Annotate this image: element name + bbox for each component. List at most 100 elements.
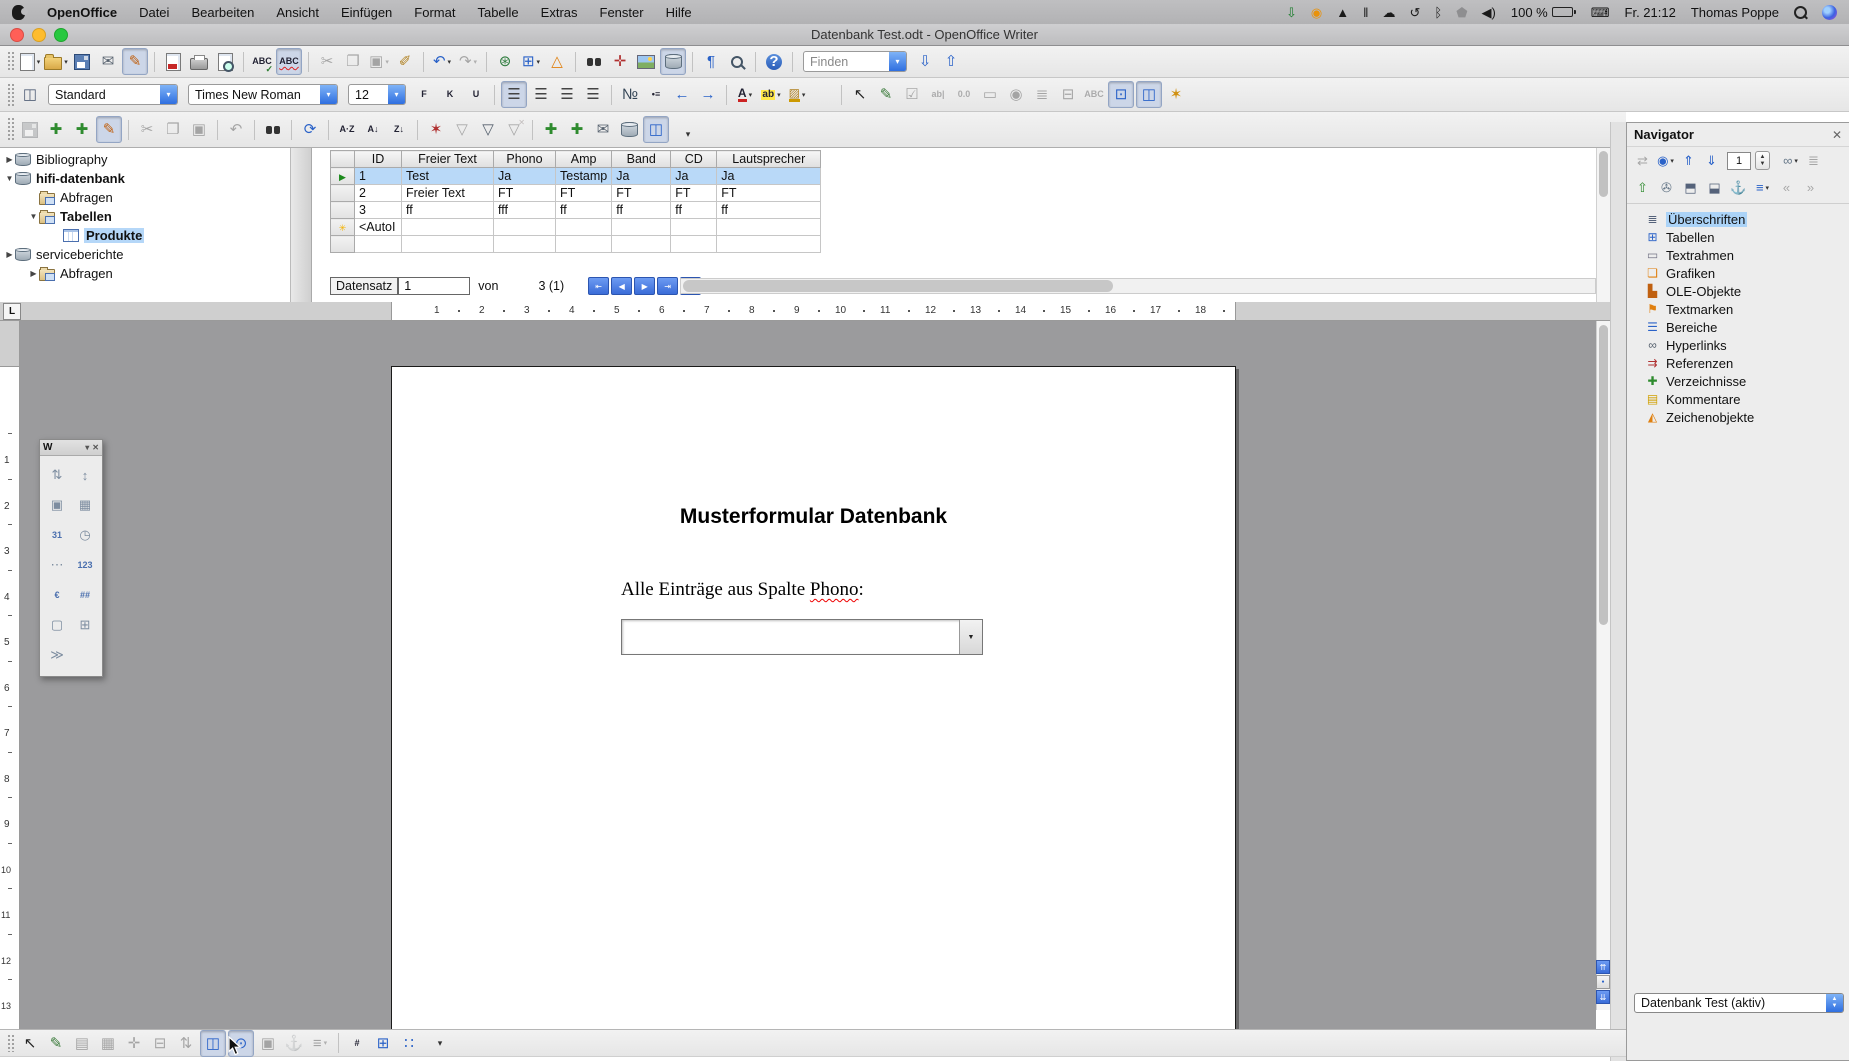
redo-dropdown-icon[interactable]: ▾ xyxy=(474,58,478,66)
guides-when-moving-button[interactable]: ∷ xyxy=(397,1031,421,1056)
display-grid-button[interactable]: # xyxy=(345,1031,369,1056)
grid-cell[interactable]: 1 xyxy=(355,168,402,185)
sort-ascending-button[interactable]: A↓ xyxy=(361,117,385,142)
menu-extras[interactable]: Extras xyxy=(541,5,578,20)
find-toolbar-input[interactable]: Finden ▾ xyxy=(803,51,907,72)
menu-hilfe[interactable]: Hilfe xyxy=(666,5,692,20)
insert-record-button[interactable]: ✚ xyxy=(44,117,68,142)
design-mode-button[interactable]: ✎ xyxy=(874,82,898,107)
image-control-button[interactable]: ▦ xyxy=(71,490,99,520)
download-status-icon[interactable]: ⇩ xyxy=(1286,6,1297,19)
navigator-item-textmarken[interactable]: ⚑Textmarken xyxy=(1627,300,1849,318)
menu-bearbeiten[interactable]: Bearbeiten xyxy=(191,5,254,20)
justify-button[interactable]: ☰ xyxy=(581,82,605,107)
print-button[interactable] xyxy=(187,49,211,74)
navigation-button[interactable]: ◉▾ xyxy=(1655,150,1676,171)
highlight-color-dropdown-icon[interactable]: ▾ xyxy=(777,91,781,99)
next-page-button[interactable]: ⇊ xyxy=(1596,990,1610,1004)
window-titlebar[interactable]: Datenbank Test.odt - OpenOffice Writer xyxy=(0,24,1849,46)
font-color-dropdown-icon[interactable]: ▾ xyxy=(749,91,753,99)
grid-cell[interactable] xyxy=(402,219,494,236)
refresh-button[interactable]: ⟳ xyxy=(298,117,322,142)
table-row[interactable]: ▶1TestJaTestampJaJaJa xyxy=(331,168,821,185)
combo-dropdown-icon[interactable]: ▼ xyxy=(959,620,982,654)
styles-window-button[interactable]: ◫ xyxy=(18,82,42,107)
new-record-button[interactable]: ✚ xyxy=(70,117,94,142)
menu-ansicht[interactable]: Ansicht xyxy=(276,5,319,20)
tab-stop-selector[interactable]: L xyxy=(3,303,21,320)
tree-item-abfragen[interactable]: ▶Abfragen xyxy=(0,264,290,283)
grid-cell[interactable] xyxy=(355,236,402,253)
navigator-item-verzeichnisse[interactable]: ✚Verzeichnisse xyxy=(1627,372,1849,390)
expander-icon[interactable]: ▼ xyxy=(4,174,15,183)
previous-object-button[interactable]: ⇑ xyxy=(1678,150,1699,171)
column-header-cd[interactable]: CD xyxy=(671,151,717,168)
form-design-button[interactable]: ◫ xyxy=(1136,81,1162,108)
find-previous-button[interactable]: ⇧ xyxy=(939,49,963,74)
paste-dropdown-icon[interactable]: ▾ xyxy=(385,58,389,66)
grid-cell[interactable] xyxy=(494,219,556,236)
image-button-button[interactable]: ▣ xyxy=(43,490,71,520)
grid-cell[interactable] xyxy=(402,236,494,253)
auto-filter-button[interactable]: ✶ xyxy=(424,117,448,142)
help-button[interactable]: ? xyxy=(762,49,786,74)
menu-format[interactable]: Format xyxy=(414,5,455,20)
apple-menu-icon[interactable] xyxy=(12,5,25,20)
undo-button[interactable]: ↶▾ xyxy=(430,49,454,74)
column-header-id[interactable]: ID xyxy=(355,151,402,168)
navigator-item-uberschriften[interactable]: ≣Überschriften xyxy=(1627,210,1849,228)
set-reminder-button[interactable]: ✇ xyxy=(1656,177,1677,198)
find-next-button[interactable]: ⇩ xyxy=(913,49,937,74)
tree-item-tabellen[interactable]: ▼Tabellen xyxy=(0,207,290,226)
form-combo-box[interactable]: ▼ xyxy=(621,619,983,655)
icloud-status-icon[interactable]: ☁ xyxy=(1383,6,1396,19)
insert-table-dropdown-icon[interactable]: ▾ xyxy=(537,58,541,66)
navigation-bar-button[interactable]: ≫ xyxy=(43,640,71,670)
grid-cell[interactable]: fff xyxy=(494,202,556,219)
control-wizards-button[interactable]: ✶ xyxy=(1164,82,1188,107)
open-button[interactable]: ▾ xyxy=(44,49,68,74)
spotlight-icon[interactable] xyxy=(1794,6,1807,19)
navigator-page-stepper[interactable]: ▲▼ xyxy=(1755,151,1770,170)
grid-cell[interactable]: 2 xyxy=(355,185,402,202)
grid-cell[interactable] xyxy=(717,219,821,236)
battery-indicator[interactable]: 100 % xyxy=(1511,5,1576,20)
find-replace-button[interactable] xyxy=(582,49,606,74)
edit-file-button[interactable]: ✎ xyxy=(122,48,148,75)
column-header-lautsprecher[interactable]: Lautsprecher xyxy=(717,151,821,168)
open-dropdown-icon[interactable]: ▾ xyxy=(64,58,68,66)
menubar-clock[interactable]: Fr. 21:12 xyxy=(1625,5,1676,20)
grid-cell[interactable]: <AutoI xyxy=(355,219,402,236)
background-color-button[interactable]: ▨▾ xyxy=(785,82,809,107)
row-header-cell[interactable]: ✳ xyxy=(331,219,355,236)
column-header-amp[interactable]: Amp xyxy=(556,151,612,168)
numeric-field-button[interactable]: 123 xyxy=(71,550,99,580)
menu-fenster[interactable]: Fenster xyxy=(600,5,644,20)
grid-cell[interactable] xyxy=(717,236,821,253)
font-name-combo[interactable]: Times New Roman ▾ xyxy=(188,84,338,105)
font-color-button[interactable]: A▾ xyxy=(733,82,757,107)
navigator-item-zeichenobjekte[interactable]: ◭Zeichenobjekte xyxy=(1627,408,1849,426)
grid-cell[interactable]: Ja xyxy=(612,168,671,185)
grid-cell[interactable]: Freier Text xyxy=(402,185,494,202)
navigator-page-input[interactable]: 1 xyxy=(1727,152,1751,170)
previous-page-button[interactable]: ⇈ xyxy=(1596,960,1610,974)
grid-cell[interactable]: Ja xyxy=(717,168,821,185)
open-in-design-mode-button[interactable]: ◫ xyxy=(200,1030,226,1057)
palette-menu-icon[interactable]: ▾ xyxy=(85,443,89,452)
data-to-fields-button[interactable]: ✚ xyxy=(565,117,589,142)
font-size-dropdown-icon[interactable]: ▾ xyxy=(388,85,405,104)
grid-cell[interactable]: FT xyxy=(717,185,821,202)
database-selector-combo[interactable]: Datenbank Test (aktiv) ▲▼ xyxy=(1634,993,1844,1013)
page-preview-button[interactable] xyxy=(213,49,237,74)
vertical-ruler[interactable]: 12345678910111213 xyxy=(0,321,20,1029)
display-status-icon[interactable]: ▲ xyxy=(1336,6,1349,19)
insert-table-button[interactable]: ⊞▾ xyxy=(519,49,543,74)
grid-cell[interactable]: ff xyxy=(612,202,671,219)
navigator-item-textrahmen[interactable]: ▭Textrahmen xyxy=(1627,246,1849,264)
data-to-text-button[interactable]: ✚ xyxy=(539,117,563,142)
navigator-item-bereiche[interactable]: ☰Bereiche xyxy=(1627,318,1849,336)
location-status-icon[interactable]: ⬟ xyxy=(1456,6,1467,19)
tree-item-serviceberichte[interactable]: ▶serviceberichte xyxy=(0,245,290,264)
column-header-band[interactable]: Band xyxy=(612,151,671,168)
